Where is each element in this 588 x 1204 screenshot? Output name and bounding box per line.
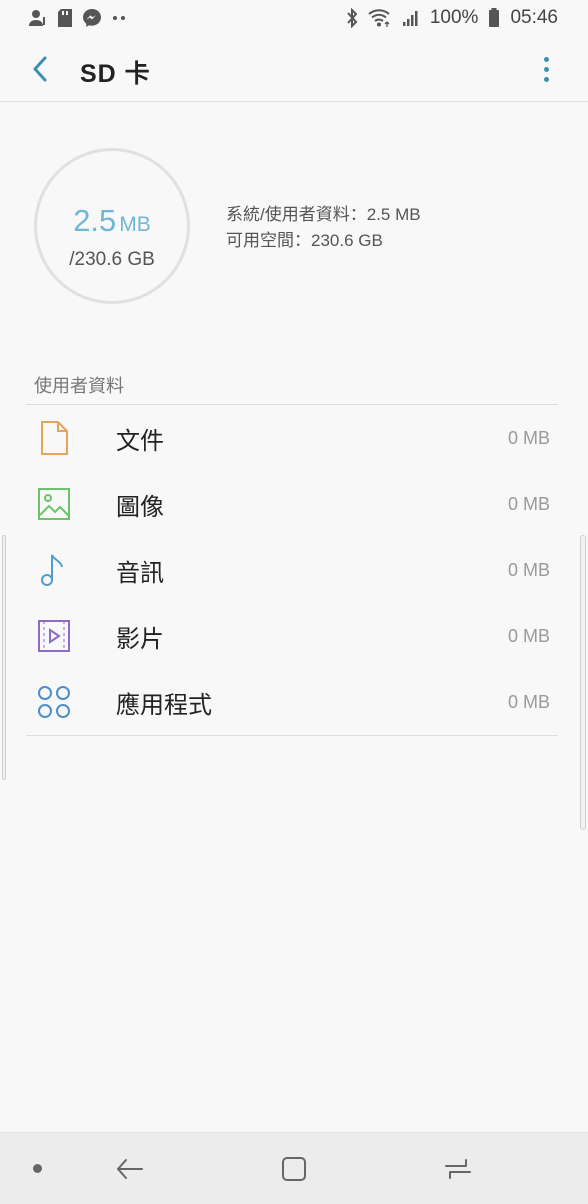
status-time: 05:46 bbox=[510, 7, 558, 28]
status-left bbox=[28, 8, 126, 28]
storage-usage-ring: 2.5 MB /230.6 GB bbox=[34, 148, 190, 304]
total-storage: /230.6 GB bbox=[69, 249, 155, 270]
nav-back-icon bbox=[117, 1159, 143, 1179]
back-button[interactable] bbox=[24, 52, 56, 86]
user-data-list: 文件 0 MB 圖像 0 MB 音訊 0 MB 影片 0 MB 應用程式 0 M… bbox=[26, 405, 558, 735]
list-item-apps[interactable]: 應用程式 0 MB bbox=[26, 669, 558, 735]
app-bar: SD 卡 bbox=[0, 36, 588, 102]
apps-icon bbox=[36, 684, 72, 720]
more-options-icon-dot bbox=[543, 66, 549, 72]
contact-icon bbox=[28, 8, 48, 28]
list-item-size: 0 MB bbox=[507, 493, 550, 514]
home-button[interactable] bbox=[274, 1151, 314, 1187]
wifi-icon bbox=[368, 8, 392, 28]
system-user-data: 系統/使用者資料：2.5 MB bbox=[226, 205, 421, 224]
messenger-icon bbox=[82, 8, 102, 28]
battery-percent: 100% bbox=[429, 7, 479, 28]
image-icon bbox=[36, 486, 72, 522]
edge-panel-handle-left[interactable] bbox=[2, 535, 6, 780]
list-item-size: 0 MB bbox=[507, 427, 550, 448]
back-icon bbox=[33, 56, 47, 82]
recents-button[interactable] bbox=[438, 1151, 478, 1187]
list-item-label: 圖像 bbox=[116, 493, 164, 521]
list-item-size: 0 MB bbox=[507, 691, 550, 712]
used-storage: 2.5 MB bbox=[37, 203, 187, 239]
more-options-button[interactable] bbox=[536, 52, 556, 86]
list-item-images[interactable]: 圖像 0 MB bbox=[26, 471, 558, 537]
nav-back-button[interactable] bbox=[110, 1151, 150, 1187]
list-item-label: 影片 bbox=[116, 625, 164, 653]
list-item-label: 應用程式 bbox=[116, 691, 212, 719]
home-icon bbox=[282, 1157, 306, 1181]
signal-icon bbox=[402, 9, 420, 27]
document-icon bbox=[36, 420, 72, 456]
bluetooth-icon bbox=[346, 8, 358, 28]
status-right: 100% 05:46 bbox=[346, 7, 558, 29]
list-item-size: 0 MB bbox=[507, 559, 550, 580]
list-item-label: 音訊 bbox=[116, 559, 164, 587]
page-title: SD 卡 bbox=[80, 60, 151, 88]
status-bar: 100% 05:46 bbox=[0, 0, 588, 36]
more-notifications-icon bbox=[112, 15, 126, 21]
more-options-icon-dot bbox=[543, 76, 549, 82]
storage-details: 系統/使用者資料：2.5 MB 可用空間：230.6 GB bbox=[226, 202, 421, 254]
nav-dot-icon[interactable] bbox=[33, 1164, 42, 1173]
more-options-icon bbox=[543, 56, 549, 62]
used-value: 2.5 bbox=[73, 203, 117, 238]
available-space: 可用空間：230.6 GB bbox=[226, 231, 383, 250]
recents-icon bbox=[445, 1159, 471, 1179]
list-item-audio[interactable]: 音訊 0 MB bbox=[26, 537, 558, 603]
music-note-icon bbox=[36, 552, 72, 588]
battery-icon bbox=[488, 8, 500, 28]
list-item-documents[interactable]: 文件 0 MB bbox=[26, 405, 558, 471]
list-item-label: 文件 bbox=[116, 427, 164, 455]
list-item-videos[interactable]: 影片 0 MB bbox=[26, 603, 558, 669]
divider bbox=[26, 735, 558, 736]
sd-card-icon bbox=[58, 9, 72, 27]
navigation-bar bbox=[0, 1132, 588, 1204]
video-icon bbox=[36, 618, 72, 654]
list-item-size: 0 MB bbox=[507, 625, 550, 646]
used-unit: MB bbox=[119, 213, 151, 236]
edge-panel-handle-right[interactable] bbox=[580, 535, 586, 830]
section-header: 使用者資料 bbox=[34, 376, 124, 396]
